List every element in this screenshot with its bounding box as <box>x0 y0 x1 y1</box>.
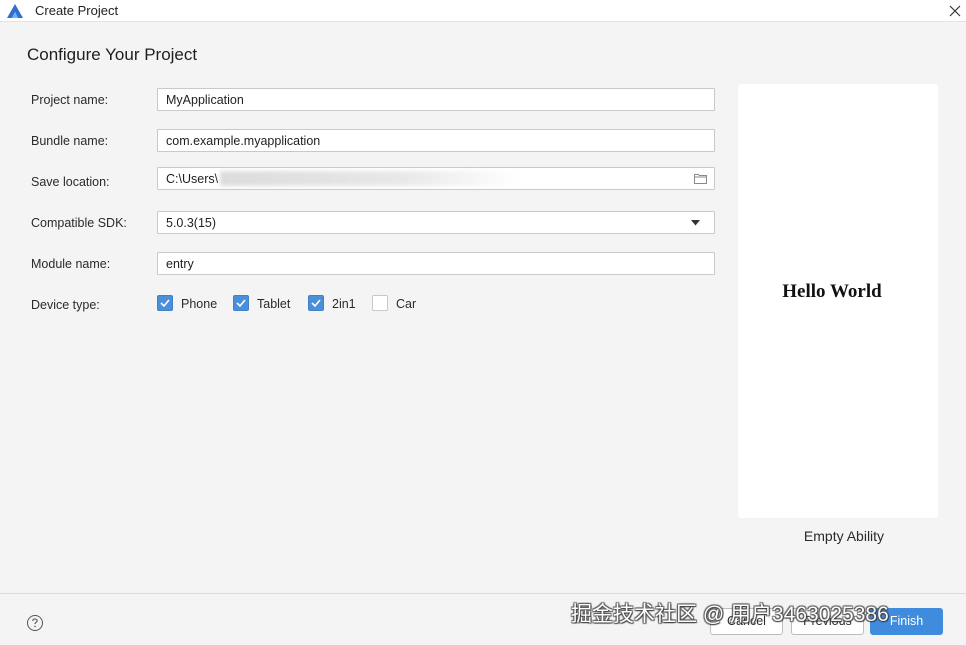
help-icon[interactable] <box>26 614 44 632</box>
save-location-input[interactable]: C:\Users\ <box>157 167 715 190</box>
title-bar: Create Project <box>0 0 966 22</box>
module-name-value: entry <box>166 257 194 271</box>
module-name-input[interactable]: entry <box>157 252 715 275</box>
checkmark-icon <box>160 299 170 308</box>
2in1-label: 2in1 <box>332 297 356 311</box>
device-type-label: Device type: <box>31 298 100 312</box>
template-preview: Hello World <box>738 84 938 518</box>
page-heading: Configure Your Project <box>27 45 198 64</box>
project-name-label: Project name: <box>31 93 109 107</box>
2in1-checkbox[interactable] <box>308 295 324 311</box>
bundle-name-value: com.example.myapplication <box>166 134 321 148</box>
window-title: Create Project <box>35 3 119 18</box>
module-name-label: Module name: <box>31 257 111 271</box>
footer-divider <box>0 593 966 594</box>
close-button[interactable] <box>944 0 966 22</box>
project-name-value: MyApplication <box>166 93 244 107</box>
watermark: 掘金技术社区 @ 用户3463025386 <box>571 603 889 626</box>
save-location-value: C:\Users\ <box>166 172 219 186</box>
chevron-down-icon <box>691 220 700 226</box>
redacted-path <box>220 171 520 186</box>
tablet-checkbox[interactable] <box>233 295 249 311</box>
save-location-row: Save location: C:\Users\ <box>31 167 715 191</box>
bundle-name-label: Bundle name: <box>31 134 109 148</box>
compatible-sdk-row: Compatible SDK: 5.0.3(15) <box>31 211 715 235</box>
app-logo-icon <box>7 4 23 18</box>
phone-checkbox[interactable] <box>157 295 173 311</box>
project-name-input[interactable]: MyApplication <box>157 88 715 111</box>
checkmark-icon <box>236 299 246 308</box>
save-location-label: Save location: <box>31 175 110 189</box>
preview-hello-text: Hello World <box>782 281 882 302</box>
bundle-name-row: Bundle name: com.example.myapplication <box>31 129 715 153</box>
create-project-dialog: Create Project Configure Your Project Pr… <box>0 0 966 645</box>
close-icon <box>949 5 961 17</box>
bundle-name-input[interactable]: com.example.myapplication <box>157 129 715 152</box>
phone-label: Phone <box>181 297 218 311</box>
tablet-label: Tablet <box>257 297 291 311</box>
compatible-sdk-select[interactable]: 5.0.3(15) <box>157 211 715 234</box>
car-checkbox[interactable] <box>372 295 388 311</box>
compatible-sdk-label: Compatible SDK: <box>31 216 127 230</box>
module-name-row: Module name: entry <box>31 252 715 276</box>
template-name: Empty Ability <box>803 528 885 544</box>
compatible-sdk-value: 5.0.3(15) <box>166 216 217 230</box>
car-label: Car <box>396 297 417 311</box>
folder-icon[interactable] <box>694 173 707 184</box>
checkmark-icon <box>311 299 321 308</box>
project-name-row: Project name: MyApplication <box>31 88 715 112</box>
